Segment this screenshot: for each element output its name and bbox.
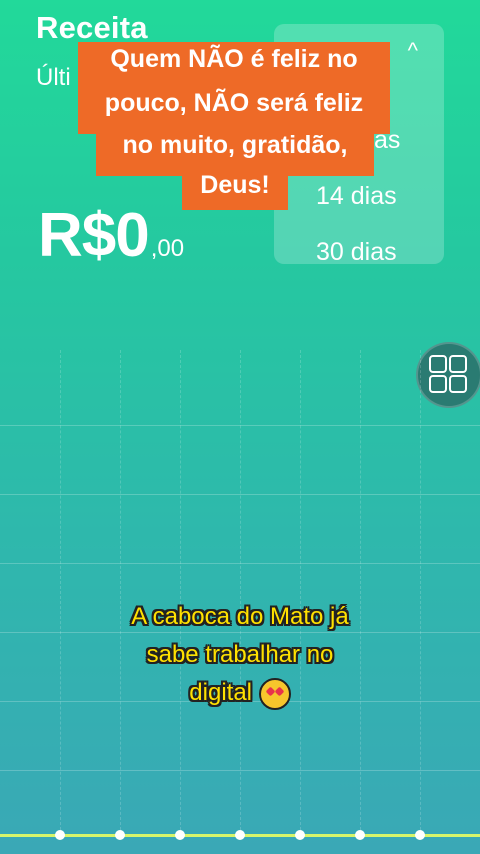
chart-point [355,830,365,840]
overlay-line-2: pouco, NÃO será feliz [78,86,390,134]
caption-line-3-wrap: digital [90,674,390,712]
revenue-title: Receita [36,10,148,45]
overlay-line-1: Quem NÃO é feliz no [78,42,390,90]
chart-point [295,830,305,840]
chart-point [115,830,125,840]
chart-point [235,830,245,840]
grid-line [120,350,121,830]
grid-line [300,350,301,830]
chevron-up-icon[interactable]: ^ [408,38,418,64]
caption-line-2: sabe trabalhar no [146,641,334,668]
chart-point [175,830,185,840]
overlay-line-4: Deus! [182,168,288,210]
amount-cents: ,00 [150,235,185,262]
period-label: Últi [36,64,71,91]
grid-icon[interactable] [416,342,480,408]
dropdown-option-14-days[interactable]: 14 dias [316,182,397,211]
grid-line [240,350,241,830]
video-caption: A caboca do Mato já sabe trabalhar no di… [90,598,390,712]
caption-line-1: A caboca do Mato já [131,603,349,630]
chart-point [415,830,425,840]
grid-line [360,350,361,830]
star-struck-emoji-icon [258,677,291,710]
grid-line [420,350,421,830]
caption-line-3: digital [189,679,253,706]
grid-line [180,350,181,830]
dropdown-option-30-days[interactable]: 30 dias [316,238,397,267]
grid-line [60,350,61,830]
revenue-amount: R$0,00 [38,200,184,271]
amount-main: R$0 [38,201,150,270]
chart-point [55,830,65,840]
